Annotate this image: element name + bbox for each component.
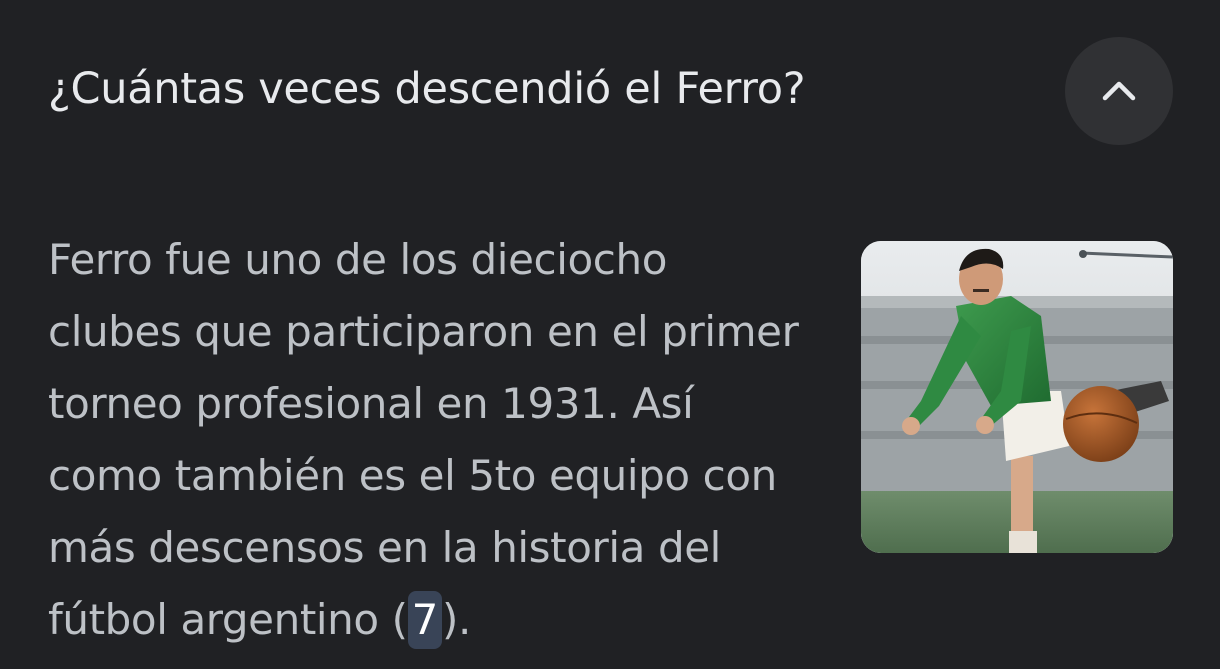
answer-thumbnail[interactable]: [861, 241, 1173, 553]
answer-line: Ferro fue uno de los dieciocho: [48, 235, 667, 284]
collapse-button[interactable]: [1065, 37, 1173, 145]
answer-line-last: fútbol argentino (7).: [48, 584, 848, 656]
answer-line: como también es el 5to equipo con: [48, 451, 777, 500]
answer-line: clubes que participaron en el primer: [48, 307, 799, 356]
answer-line: torneo profesional en 1931. Así: [48, 379, 694, 428]
faq-question-row[interactable]: ¿Cuántas veces descendió el Ferro?: [0, 0, 1220, 185]
answer-highlight[interactable]: 7: [407, 591, 442, 649]
faq-answer: Ferro fue uno de los dieciocho clubes qu…: [48, 224, 848, 656]
footballer-photo: [861, 241, 1173, 553]
faq-question[interactable]: ¿Cuántas veces descendió el Ferro?: [48, 64, 806, 114]
chevron-up-icon: [1102, 81, 1136, 101]
answer-last-suffix: ).: [441, 595, 471, 644]
answer-last-prefix: fútbol argentino (: [48, 595, 408, 644]
answer-line: más descensos en la historia del: [48, 523, 721, 572]
